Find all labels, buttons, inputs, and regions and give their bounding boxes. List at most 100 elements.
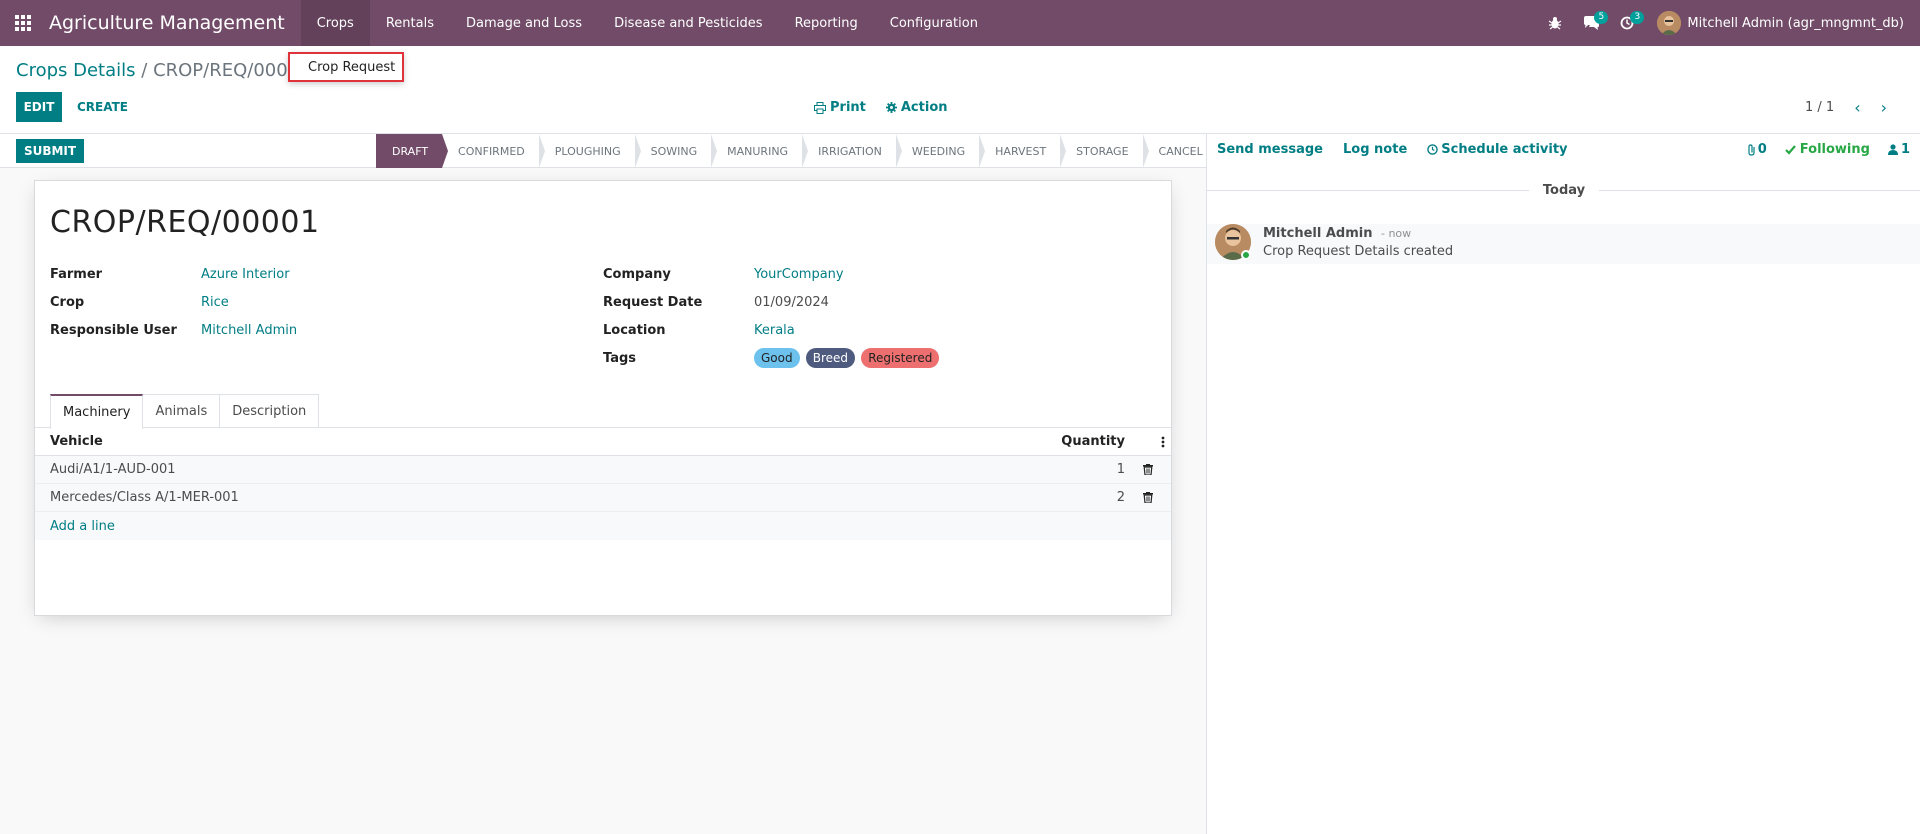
tab-animals[interactable]: Animals xyxy=(142,394,221,428)
farmer-link[interactable]: Azure Interior xyxy=(201,267,290,282)
add-a-line-link[interactable]: Add a line xyxy=(35,512,1171,540)
crops-dropdown-item-crop-request[interactable]: Crop Request xyxy=(288,52,404,82)
user-menu[interactable]: Mitchell Admin (agr_mngmnt_db) xyxy=(1657,11,1904,35)
breadcrumb: Crops Details / CROP/REQ/00001 xyxy=(16,60,311,81)
form-statusbar: SUBMIT DRAFT CONFIRMED PLOUGHING SOWING … xyxy=(0,134,1206,168)
create-button[interactable]: CREATE xyxy=(77,100,128,114)
menu-damage-and-loss[interactable]: Damage and Loss xyxy=(450,0,598,46)
check-icon xyxy=(1785,144,1796,155)
stage-storage[interactable]: STORAGE xyxy=(1060,134,1149,168)
stage-manuring[interactable]: MANURING xyxy=(711,134,809,168)
apps-menu-icon[interactable] xyxy=(0,0,46,46)
request-date-value: 01/09/2024 xyxy=(754,295,829,310)
list-header: Vehicle Quantity xyxy=(35,428,1171,456)
pager: 1 / 1 ‹ › xyxy=(1805,98,1887,117)
schedule-activity-label: Schedule activity xyxy=(1441,142,1568,157)
field-location: Location Kerala xyxy=(603,323,795,338)
schedule-activity-button[interactable]: Schedule activity xyxy=(1427,142,1568,157)
tab-description[interactable]: Description xyxy=(219,394,320,428)
quantity-cell: 1 xyxy=(1116,462,1125,477)
stage-irrigation[interactable]: IRRIGATION xyxy=(802,134,902,168)
machinery-list: Vehicle Quantity Audi/A1/1-AUD-001 1 Mer… xyxy=(35,428,1171,540)
menu-rentals[interactable]: Rentals xyxy=(370,0,450,46)
tag-registered[interactable]: Registered xyxy=(861,348,940,368)
crop-link[interactable]: Rice xyxy=(201,295,229,310)
field-label: Crop xyxy=(50,295,85,310)
online-status-icon xyxy=(1241,250,1251,260)
trash-icon[interactable] xyxy=(1143,464,1153,479)
date-separator-label: Today xyxy=(1542,182,1586,198)
message-author: Mitchell Admin - now xyxy=(1263,226,1411,241)
optional-columns-icon[interactable] xyxy=(1161,436,1165,452)
pager-next-icon[interactable]: › xyxy=(1881,98,1887,117)
following-button[interactable]: Following xyxy=(1785,142,1870,157)
responsible-user-link[interactable]: Mitchell Admin xyxy=(201,323,297,338)
table-row[interactable]: Mercedes/Class A/1-MER-001 2 xyxy=(35,484,1171,512)
date-separator: Today xyxy=(1207,180,1920,200)
pager-previous-icon[interactable]: ‹ xyxy=(1854,98,1860,117)
menu-crops[interactable]: Crops xyxy=(300,0,370,46)
edit-button[interactable]: EDIT xyxy=(16,92,62,122)
column-quantity[interactable]: Quantity xyxy=(1061,434,1125,449)
paperclip-icon xyxy=(1748,143,1755,156)
stage-harvest[interactable]: HARVEST xyxy=(979,134,1067,168)
print-button[interactable]: Print xyxy=(814,100,866,115)
stage-draft[interactable]: DRAFT xyxy=(376,134,449,168)
followers-count: 1 xyxy=(1900,142,1910,157)
navbar-systray: 5 3 Mitchell Admin (agr_mngmnt_db) xyxy=(1537,0,1920,46)
message-date: - now xyxy=(1380,227,1412,240)
attachments-button[interactable]: 0 xyxy=(1747,142,1767,157)
field-label: Farmer xyxy=(50,267,103,282)
stage-weeding[interactable]: WEEDING xyxy=(896,134,986,168)
user-name: Mitchell Admin (agr_mngmnt_db) xyxy=(1687,15,1904,31)
breadcrumb-parent-link[interactable]: Crops Details xyxy=(16,60,136,81)
followers-button[interactable]: 1 xyxy=(1887,142,1910,157)
top-navbar: Agriculture Management Crops Rentals Dam… xyxy=(0,0,1920,46)
clock-icon xyxy=(1427,144,1439,155)
field-responsible-user: Responsible User Mitchell Admin xyxy=(50,323,297,338)
log-note-button[interactable]: Log note xyxy=(1343,142,1407,157)
vehicle-cell: Mercedes/Class A/1-MER-001 xyxy=(50,490,239,505)
main-menu: Crops Rentals Damage and Loss Disease an… xyxy=(300,0,994,46)
quantity-cell: 2 xyxy=(1116,490,1125,505)
messages-icon[interactable]: 5 xyxy=(1573,0,1609,46)
stage-sowing[interactable]: SOWING xyxy=(635,134,717,168)
pager-value[interactable]: 1 / 1 xyxy=(1805,100,1834,115)
vehicle-cell: Audi/A1/1-AUD-001 xyxy=(50,462,176,477)
menu-reporting[interactable]: Reporting xyxy=(779,0,874,46)
company-link[interactable]: YourCompany xyxy=(754,267,844,282)
stage-ploughing[interactable]: PLOUGHING xyxy=(539,134,641,168)
app-brand[interactable]: Agriculture Management xyxy=(46,12,301,34)
notebook-tabs: Machinery Animals Description xyxy=(50,394,320,429)
action-button[interactable]: Action xyxy=(885,100,948,115)
breadcrumb-separator: / xyxy=(141,60,148,81)
field-label: Request Date xyxy=(603,295,703,310)
user-avatar xyxy=(1657,11,1682,35)
menu-configuration[interactable]: Configuration xyxy=(874,0,994,46)
submit-button[interactable]: SUBMIT xyxy=(16,139,84,163)
menu-disease-and-pesticides[interactable]: Disease and Pesticides xyxy=(598,0,779,46)
messages-badge: 5 xyxy=(1594,11,1609,24)
activities-badge: 3 xyxy=(1630,11,1645,24)
field-tags: Tags Good Breed Registered xyxy=(603,348,941,368)
field-label: Responsible User xyxy=(50,323,177,338)
trash-icon[interactable] xyxy=(1143,492,1153,507)
debug-bug-icon[interactable] xyxy=(1537,0,1573,46)
location-link[interactable]: Kerala xyxy=(754,323,795,338)
tag-breed[interactable]: Breed xyxy=(805,348,856,368)
tags-list: Good Breed Registered xyxy=(754,348,941,368)
table-row[interactable]: Audi/A1/1-AUD-001 1 xyxy=(35,456,1171,484)
chatter-followers-bar: 0 Following 1 xyxy=(1729,142,1910,157)
column-vehicle[interactable]: Vehicle xyxy=(50,434,103,449)
tab-machinery[interactable]: Machinery xyxy=(50,394,144,429)
chatter-panel: Send message Log note Schedule activity … xyxy=(1206,134,1920,834)
attachments-count: 0 xyxy=(1757,142,1767,157)
activities-clock-icon[interactable]: 3 xyxy=(1609,0,1645,46)
send-message-button[interactable]: Send message xyxy=(1217,142,1323,157)
field-farmer: Farmer Azure Interior xyxy=(50,267,290,282)
message-author-name[interactable]: Mitchell Admin xyxy=(1263,226,1372,241)
field-crop: Crop Rice xyxy=(50,295,229,310)
stage-confirmed[interactable]: CONFIRMED xyxy=(442,134,545,168)
stage-pipeline: DRAFT CONFIRMED PLOUGHING SOWING MANURIN… xyxy=(376,134,1217,168)
tag-good[interactable]: Good xyxy=(754,348,800,368)
